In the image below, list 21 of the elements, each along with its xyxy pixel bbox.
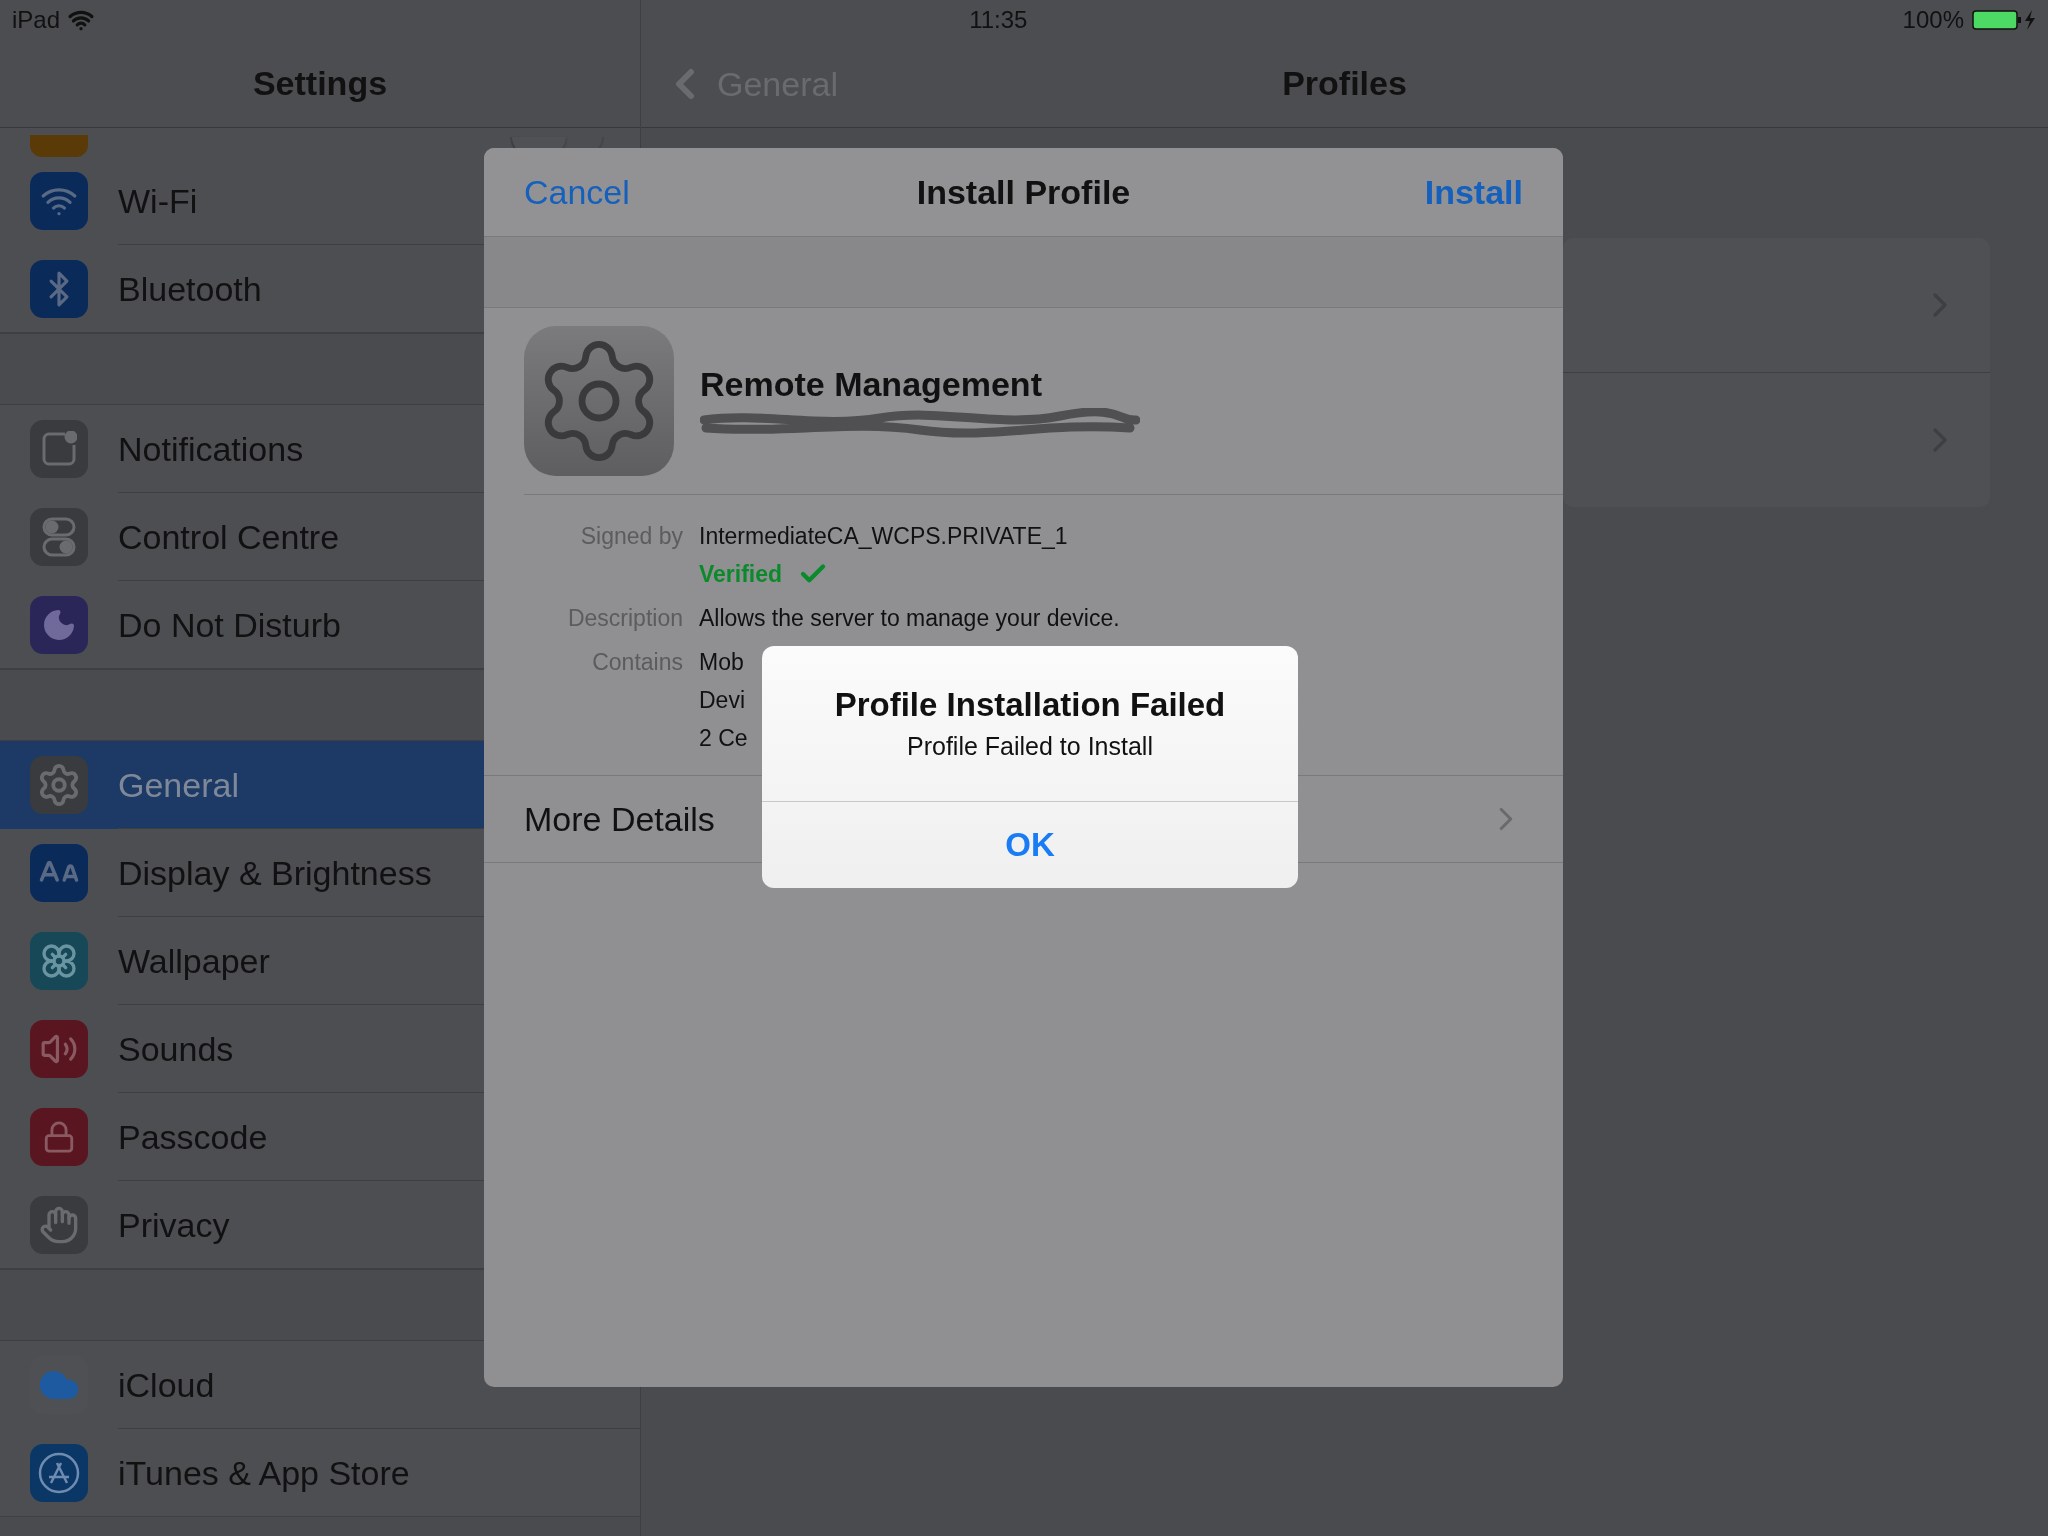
sheet-title: Install Profile <box>916 172 1131 212</box>
verified-status: Verified <box>699 560 783 589</box>
alert-message: Profile Failed to Install <box>907 732 1153 761</box>
nav-title: Settings <box>252 64 388 103</box>
profile-name: Remote Management <box>700 364 1043 404</box>
detail-value: IntermediateCA_WCPS.PRIVATE_1 <box>699 522 1068 551</box>
cancel-button[interactable]: Cancel <box>524 172 630 212</box>
gear-icon <box>524 326 674 476</box>
app-icon <box>30 135 88 157</box>
clock-time: 11:35 <box>969 6 1028 34</box>
detail-value: 2 Ce <box>699 724 748 753</box>
detail-value: Devi <box>699 686 745 715</box>
battery-charging-icon <box>1972 9 2036 31</box>
install-button[interactable]: Install <box>1424 172 1523 212</box>
alert-title: Profile Installation Failed <box>834 686 1226 724</box>
detail-value: Allows the server to manage your device. <box>699 604 1120 633</box>
nav-title: Profiles <box>1282 64 1407 103</box>
device-name: iPad <box>12 6 61 34</box>
battery-percent: 100% <box>1902 6 1964 34</box>
ok-button[interactable]: OK <box>762 802 1298 888</box>
detail-value: Mob <box>699 648 744 677</box>
